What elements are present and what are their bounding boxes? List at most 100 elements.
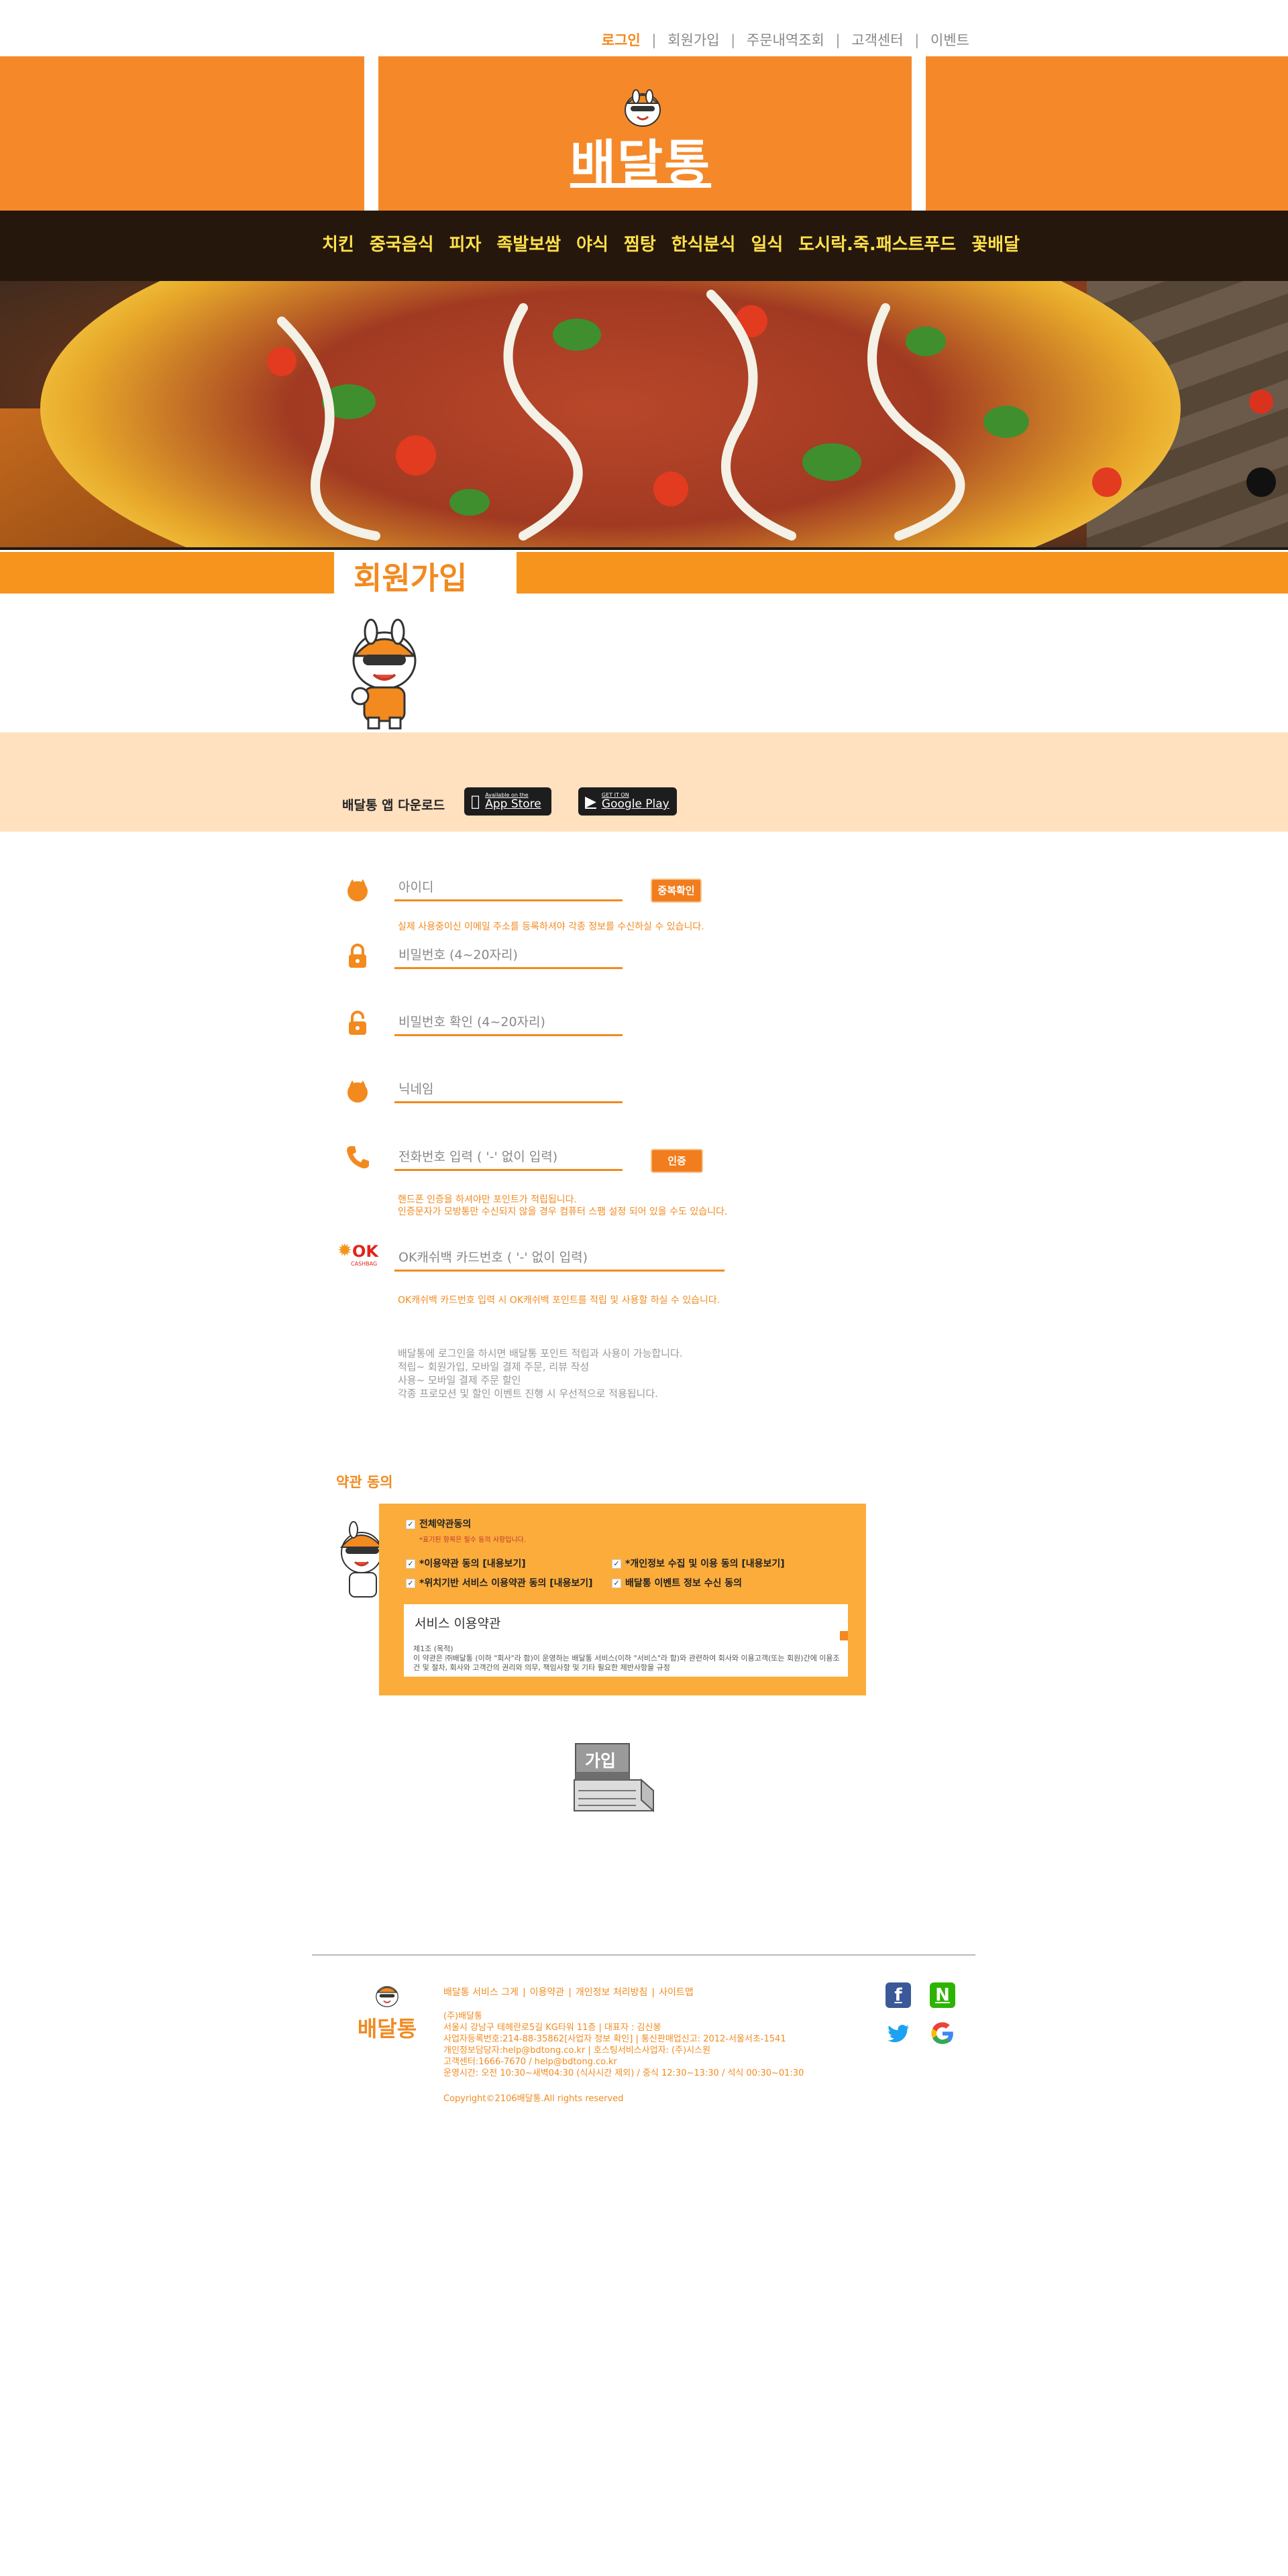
footer-info-line: 사업자등록번호:214-88-35862[사업자 정보 확인] | 통신판매업신… — [443, 2034, 786, 2044]
footer-info-line: 고객센터:1666-7670 / help@bdtong.co.kr — [443, 2057, 617, 2067]
login-link[interactable]: 로그인 — [602, 32, 641, 48]
phone-hint-2: 인증문자가 모방통만 수신되지 않을 경우 컴퓨터 스팸 설정 되어 있을 수도… — [398, 1207, 728, 1217]
nav-item-jokbal[interactable]: 족발보쌈 — [496, 231, 561, 256]
footer-logo: 배달통 — [354, 1980, 421, 2043]
separator: | — [914, 32, 920, 48]
phone-icon — [347, 1146, 369, 1169]
terms-box: ✓ 전체약관동의 *표기된 항목은 필수 동의 사항입니다. ✓ *이용약관 동의 … — [379, 1504, 866, 1695]
term-item[interactable]: ✓ *이용약관 동의 [내용보기] — [406, 1557, 526, 1570]
duplicate-check-button[interactable]: 중복확인 — [651, 879, 702, 903]
ok-logo-subtext: CASHBAG — [351, 1261, 378, 1267]
term-item-label: *개인정보 수집 및 이용 동의 [내용보기] — [625, 1559, 785, 1569]
checkbox-checked-icon[interactable]: ✓ — [406, 1579, 415, 1588]
category-nav: 치킨 중국음식 피자 족발보쌈 야식 찜탕 한식분식 일식 도시락.죽.패스트푸… — [0, 211, 1288, 281]
banner-toppings — [267, 290, 1276, 541]
lock-icon — [349, 944, 366, 968]
tos-panel[interactable]: 서비스 이용약관 제1조 (목적) 이 약관은 ㈜배달통 (이하 "회사"라 함… — [404, 1604, 848, 1677]
header-block-right — [926, 56, 1288, 211]
point-info-line: 배달통에 로그인을 하시면 배달통 포인트 적립과 사용이 가능합니다. — [398, 1347, 683, 1359]
email-hint: 실제 사용중이신 이메일 주소를 등록하셔야 각종 정보를 수신하실 수 있습니… — [398, 921, 704, 932]
title-bar — [0, 552, 1288, 594]
pizza-banner-image — [0, 281, 1288, 549]
ok-logo-text: OK — [352, 1242, 378, 1261]
tos-scrollbar[interactable] — [840, 1631, 848, 1640]
customer-center-link[interactable]: 고객센터 — [851, 32, 903, 48]
separator: | — [522, 1987, 526, 1998]
footer-info-line: 운영시간: 오전 10:30~새벽04:30 (식사시간 제외) / 중식 12… — [443, 2068, 804, 2078]
site-logo[interactable]: 배달통 — [560, 123, 721, 195]
mascot-thumbs-up-icon — [351, 618, 417, 730]
separator: | — [568, 1987, 572, 1998]
nav-item-korean[interactable]: 한식분식 — [672, 231, 736, 256]
checkbox-checked-icon[interactable]: ✓ — [612, 1559, 621, 1569]
agree-all-label: 전체약관동의 — [419, 1519, 472, 1530]
password-input[interactable] — [394, 942, 623, 969]
terms-mascot-icon — [339, 1521, 379, 1598]
google-play-button[interactable]: ▶ GET IT ON Google Play — [578, 787, 677, 816]
signup-link[interactable]: 회원가입 — [667, 32, 719, 48]
unlock-icon — [349, 1011, 366, 1035]
footer-link-about[interactable]: 배달통 서비스 그게 — [443, 1987, 519, 1998]
nav-item-late-night[interactable]: 야식 — [576, 231, 608, 256]
point-info-line: 사용~ 모바일 결제 주문 할인 — [398, 1374, 521, 1386]
nav-item-lunchbox[interactable]: 도시락.죽.패스트푸드 — [798, 231, 956, 256]
checkbox-checked-icon[interactable]: ✓ — [612, 1579, 621, 1588]
separator: | — [731, 32, 736, 48]
google-play-icon: ▶ — [585, 793, 596, 810]
naver-icon[interactable]: N — [930, 1982, 955, 2008]
point-info-line: 각종 프로모션 및 할인 이벤트 진행 시 우선적으로 적용됩니다. — [398, 1388, 658, 1400]
term-item[interactable]: ✓ *위치기반 서비스 이용약관 동의 [내용보기] — [406, 1576, 593, 1589]
term-item-label: 배달통 이벤트 정보 수신 동의 — [625, 1578, 743, 1589]
id-input[interactable] — [394, 875, 623, 901]
nickname-input[interactable] — [394, 1076, 623, 1103]
header-block-left — [0, 56, 364, 211]
nav-item-flower[interactable]: 꽃배달 — [971, 231, 1020, 256]
agree-all-row[interactable]: ✓ 전체약관동의 — [406, 1517, 471, 1530]
nav-item-chinese[interactable]: 중국음식 — [370, 231, 434, 256]
ok-cashbag-input[interactable] — [394, 1245, 724, 1272]
checkbox-checked-icon[interactable]: ✓ — [406, 1559, 415, 1569]
nav-item-chicken[interactable]: 치킨 — [322, 231, 354, 256]
event-link[interactable]: 이벤트 — [930, 32, 969, 48]
point-info: 배달통에 로그인을 하시면 배달통 포인트 적립과 사용이 가능합니다. 적립~… — [398, 1347, 683, 1400]
term-item[interactable]: ✓ 배달통 이벤트 정보 수신 동의 — [612, 1576, 742, 1589]
footer-company-info: (주)배달통 서울시 강남구 테헤란로5길 KG타워 11층 | 대표자 : 김… — [443, 2011, 804, 2079]
join-button-label: 가입 — [585, 1751, 616, 1771]
verify-button[interactable]: 인증 — [651, 1149, 703, 1173]
term-item[interactable]: ✓ *개인정보 수집 및 이용 동의 [내용보기] — [612, 1557, 785, 1570]
footer-mascot-icon — [376, 1986, 398, 2007]
google-icon[interactable] — [930, 2021, 955, 2046]
footer-link-terms[interactable]: 이용약관 — [530, 1987, 565, 1998]
user-icon — [347, 879, 368, 901]
checkbox-checked-icon[interactable]: ✓ — [406, 1520, 415, 1529]
term-item-label: *이용약관 동의 [내용보기] — [419, 1559, 526, 1569]
footer-info-line: 서울시 강남구 테헤란로5길 KG타워 11층 | 대표자 : 김신봉 — [443, 2023, 661, 2033]
footer-link-privacy[interactable]: 개인정보 처리방침 — [576, 1987, 648, 1998]
apple-icon:  — [471, 793, 480, 810]
agree-all-subtext: *표기된 항목은 필수 동의 사항입니다. — [419, 1536, 526, 1544]
app-store-text: App Store — [476, 797, 541, 811]
separator: | — [835, 32, 841, 48]
order-history-link[interactable]: 주문내역조회 — [747, 32, 824, 48]
term-item-label: *위치기반 서비스 이용약관 동의 [내용보기] — [419, 1578, 593, 1589]
ok-cashbag-hint: OK캐쉬백 카드번호 입력 시 OK캐쉬백 포인트를 적립 및 사용할 하실 수… — [398, 1295, 720, 1306]
footer-link-sitemap[interactable]: 사이트맵 — [659, 1987, 694, 1998]
phone-input[interactable] — [394, 1144, 623, 1171]
nav-item-jjim[interactable]: 찜탕 — [624, 231, 656, 256]
footer-info-line: 개인정보담당자:help@bdtong.co.kr | 호스팅서비스사업자: (… — [443, 2046, 711, 2056]
nav-item-japanese[interactable]: 일식 — [751, 231, 783, 256]
nav-item-pizza[interactable]: 피자 — [449, 231, 482, 256]
separator: | — [651, 1987, 655, 1998]
phone-hint-1: 핸드폰 인증을 하셔야만 포인트가 적립됩니다. — [398, 1194, 577, 1205]
password-confirm-input[interactable] — [394, 1009, 623, 1036]
google-play-text: Google Play — [601, 797, 669, 811]
page-title: 회원가입 — [354, 560, 468, 596]
app-download-band — [0, 732, 1288, 832]
separator: | — [651, 32, 657, 48]
facebook-icon[interactable]: f — [885, 1982, 911, 2008]
app-store-button[interactable]:  Available on the App Store — [464, 787, 551, 816]
footer-info-line: (주)배달통 — [443, 2011, 482, 2021]
tos-title: 서비스 이용약관 — [415, 1616, 501, 1631]
twitter-icon[interactable] — [885, 2021, 911, 2046]
footer-logo-text: 배달통 — [357, 2016, 417, 2041]
